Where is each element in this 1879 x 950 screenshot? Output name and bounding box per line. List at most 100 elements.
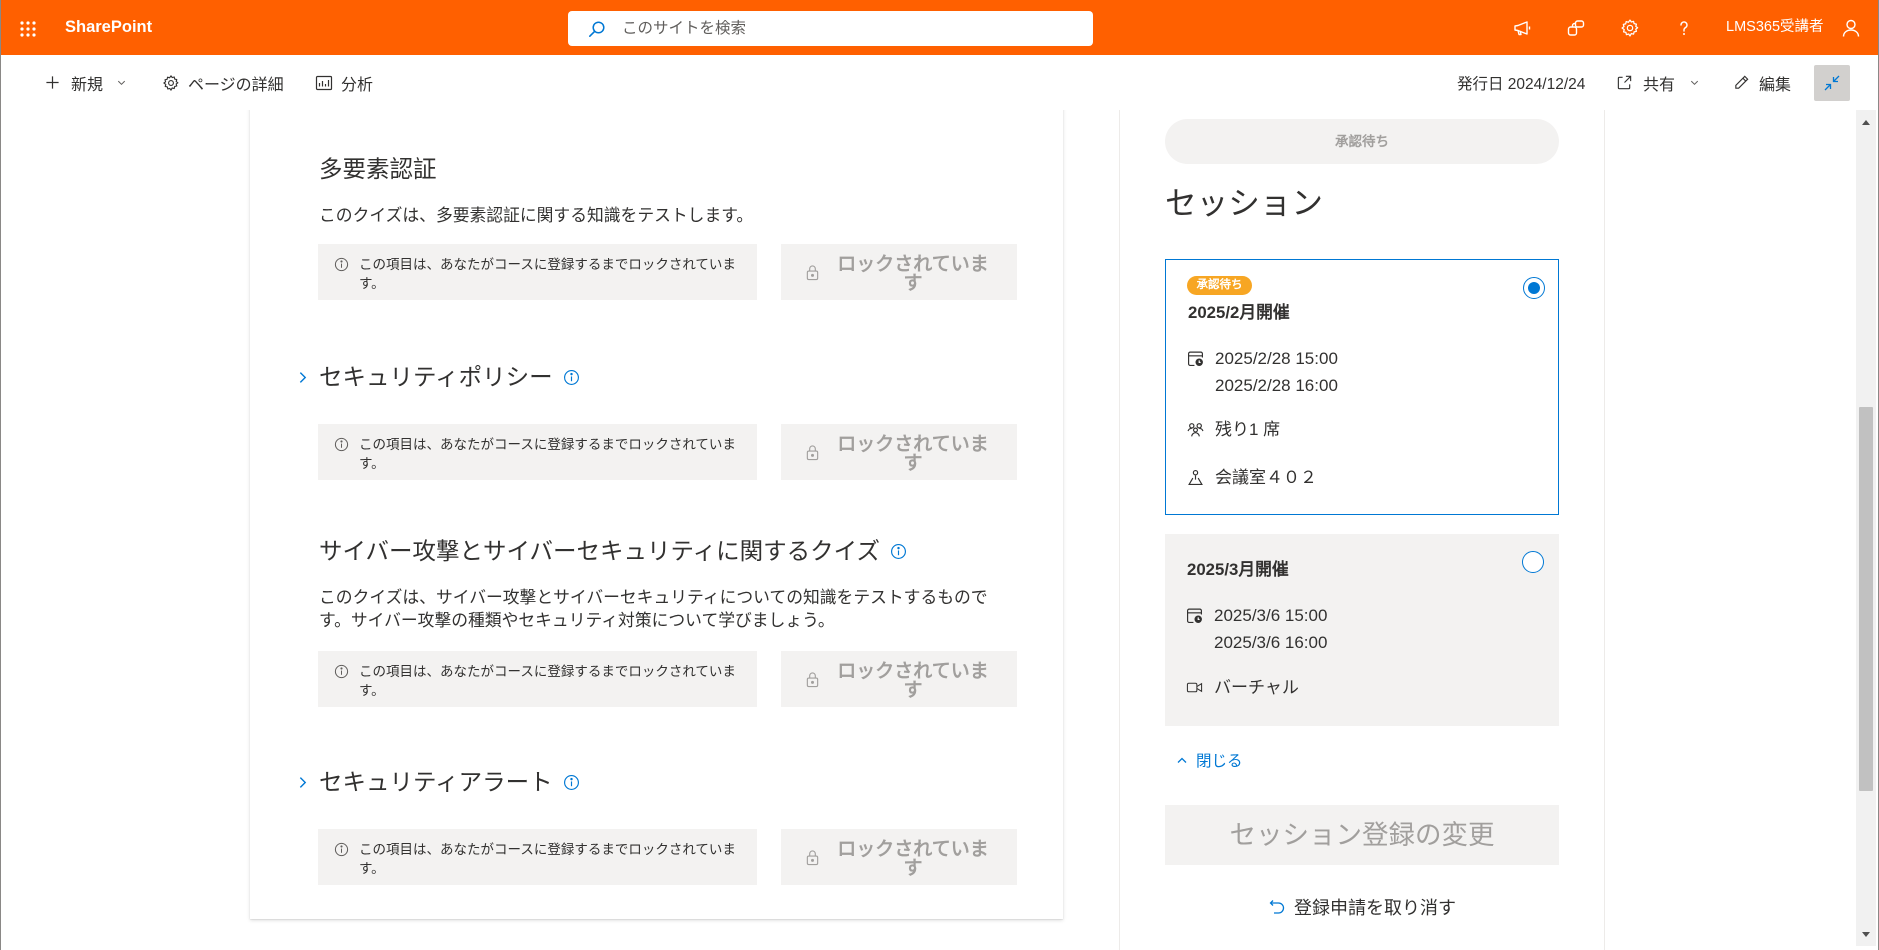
session-seats: 残り1 席 bbox=[1215, 420, 1281, 439]
search-input[interactable] bbox=[568, 11, 1093, 46]
pencil-icon bbox=[1733, 74, 1750, 91]
page-details-button[interactable]: ページの詳細 bbox=[162, 55, 284, 110]
quiz-title-text: セキュリティアラート bbox=[319, 769, 553, 795]
session-title: 2025/3月開催 bbox=[1187, 560, 1289, 579]
locked-notice: この項目は、あなたがコースに登録するまでロックされています。 bbox=[318, 244, 757, 300]
session-start: 2025/2/28 15:00 bbox=[1215, 349, 1338, 368]
location-icon bbox=[1187, 469, 1204, 486]
locked-notice: この項目は、あなたがコースに登録するまでロックされています。 bbox=[318, 651, 757, 707]
session-location: 会議室４０２ bbox=[1215, 468, 1317, 487]
quiz-title[interactable]: セキュリティポリシー bbox=[319, 362, 580, 392]
info-icon bbox=[334, 437, 349, 452]
settings-gear-icon[interactable] bbox=[1620, 18, 1640, 38]
panel-divider bbox=[1119, 110, 1120, 950]
locked-button-label: ロックされています bbox=[837, 838, 989, 879]
user-name[interactable]: LMS365受講者 bbox=[1726, 0, 1824, 55]
locked-button[interactable]: ロックされています bbox=[781, 244, 1017, 300]
session-radio[interactable] bbox=[1522, 551, 1544, 573]
quiz-title-text: セキュリティポリシー bbox=[319, 364, 553, 390]
quiz-description: このクイズは、多要素認証に関する知識をテストします。 bbox=[319, 206, 754, 225]
quiz-title[interactable]: 多要素認証 bbox=[319, 154, 437, 184]
session-heading: セッション bbox=[1165, 185, 1323, 221]
chevron-right-icon[interactable] bbox=[296, 776, 309, 789]
edit-label: 編集 bbox=[1759, 76, 1792, 94]
undo-icon bbox=[1268, 898, 1294, 916]
help-icon[interactable] bbox=[1674, 18, 1694, 38]
session-option[interactable]: 2025/3月開催 2025/3/6 15:00 2025/3/6 16:00 … bbox=[1165, 534, 1559, 726]
megaphone-icon[interactable] bbox=[1512, 18, 1532, 38]
locked-notice-text: この項目は、あなたがコースに登録するまでロックされています。 bbox=[359, 436, 736, 471]
locked-notice: この項目は、あなたがコースに登録するまでロックされています。 bbox=[318, 424, 757, 480]
plus-icon bbox=[45, 75, 60, 90]
info-icon[interactable] bbox=[563, 369, 580, 386]
scroll-up-arrow-icon[interactable] bbox=[1856, 116, 1876, 128]
suite-bar: SharePoint LMS365受講者 bbox=[0, 0, 1879, 55]
lock-icon bbox=[805, 444, 820, 461]
locked-notice-text: この項目は、あなたがコースに登録するまでロックされています。 bbox=[359, 256, 736, 291]
share-icon bbox=[1616, 74, 1633, 91]
locked-notice: この項目は、あなたがコースに登録するまでロックされています。 bbox=[318, 829, 757, 885]
analytics-chart-icon bbox=[315, 74, 333, 92]
session-location: バーチャル bbox=[1214, 678, 1299, 697]
edit-button[interactable]: 編集 bbox=[1733, 55, 1791, 110]
published-date: 発行日 2024/12/24 bbox=[1457, 75, 1586, 93]
locked-notice-text: この項目は、あなたがコースに登録するまでロックされています。 bbox=[359, 841, 736, 876]
locked-notice-text: この項目は、あなたがコースに登録するまでロックされています。 bbox=[359, 663, 736, 698]
cancel-label: 登録申請を取り消す bbox=[1294, 898, 1456, 918]
chevron-right-icon[interactable] bbox=[296, 371, 309, 384]
command-bar: 新規 ページの詳細 分析 発行日 2024/12/24 共有 編集 bbox=[0, 55, 1879, 110]
change-session-button[interactable]: セッション登録の変更 bbox=[1165, 805, 1559, 865]
new-button[interactable]: 新規 bbox=[45, 55, 127, 110]
info-icon bbox=[334, 842, 349, 857]
status-badge: 承認待ち bbox=[1187, 276, 1252, 295]
session-option[interactable]: 承認待ち 2025/2月開催 2025/2/28 15:00 2025/2/28… bbox=[1165, 259, 1559, 515]
vertical-scrollbar[interactable] bbox=[1856, 110, 1876, 946]
chevron-up-icon bbox=[1176, 754, 1196, 766]
app-title[interactable]: SharePoint bbox=[65, 0, 152, 55]
locked-button[interactable]: ロックされています bbox=[781, 651, 1017, 707]
locked-button[interactable]: ロックされています bbox=[781, 424, 1017, 480]
locked-button-label: ロックされています bbox=[837, 660, 989, 701]
app-launcher-icon[interactable] bbox=[19, 20, 37, 38]
session-radio[interactable] bbox=[1523, 277, 1545, 299]
share-button[interactable]: 共有 bbox=[1616, 55, 1700, 110]
collapse-header-button[interactable] bbox=[1814, 65, 1850, 101]
page-content: 多要素認証 このクイズは、多要素認証に関する知識をテストします。 この項目は、あ… bbox=[0, 110, 1855, 950]
session-end: 2025/3/6 16:00 bbox=[1214, 633, 1328, 652]
info-icon[interactable] bbox=[890, 543, 907, 560]
quiz-title-text: サイバー攻撃とサイバーセキュリティに関するクイズ bbox=[319, 538, 880, 564]
conversation-icon[interactable] bbox=[1566, 18, 1586, 38]
status-pill: 承認待ち bbox=[1165, 119, 1559, 164]
quiz-description: このクイズは、サイバー攻撃とサイバーセキュリティについての知識をテストするもので… bbox=[319, 588, 988, 630]
session-title: 2025/2月開催 bbox=[1188, 303, 1290, 322]
chevron-down-icon bbox=[116, 77, 127, 88]
locked-button-label: ロックされています bbox=[837, 433, 989, 474]
search-box[interactable] bbox=[568, 11, 1093, 46]
analytics-label: 分析 bbox=[341, 76, 374, 94]
collapse-arrows-icon bbox=[1822, 73, 1842, 93]
chevron-down-icon bbox=[1689, 77, 1700, 88]
locked-button[interactable]: ロックされています bbox=[781, 829, 1017, 885]
account-person-icon[interactable] bbox=[1841, 18, 1861, 38]
cancel-registration-link[interactable]: 登録申請を取り消す bbox=[1165, 895, 1559, 919]
people-icon bbox=[1187, 421, 1204, 438]
session-start: 2025/3/6 15:00 bbox=[1214, 606, 1328, 625]
share-label: 共有 bbox=[1643, 76, 1676, 94]
collapse-sessions-link[interactable]: 閉じる bbox=[1176, 750, 1243, 770]
scroll-thumb[interactable] bbox=[1859, 407, 1873, 791]
quiz-title[interactable]: セキュリティアラート bbox=[319, 767, 580, 797]
locked-button-label: ロックされています bbox=[837, 253, 989, 294]
quiz-title-text: 多要素認証 bbox=[319, 156, 437, 182]
info-icon[interactable] bbox=[563, 774, 580, 791]
page-details-label: ページの詳細 bbox=[188, 76, 284, 94]
new-label: 新規 bbox=[71, 76, 104, 94]
quiz-title[interactable]: サイバー攻撃とサイバーセキュリティに関するクイズ bbox=[319, 536, 907, 566]
analytics-button[interactable]: 分析 bbox=[315, 55, 373, 110]
panel-divider bbox=[1604, 110, 1605, 950]
info-icon bbox=[334, 257, 349, 272]
gear-icon bbox=[162, 74, 180, 92]
session-end: 2025/2/28 16:00 bbox=[1215, 376, 1338, 395]
video-icon bbox=[1186, 679, 1203, 696]
calendar-clock-icon bbox=[1186, 607, 1203, 624]
scroll-down-arrow-icon[interactable] bbox=[1856, 929, 1876, 941]
